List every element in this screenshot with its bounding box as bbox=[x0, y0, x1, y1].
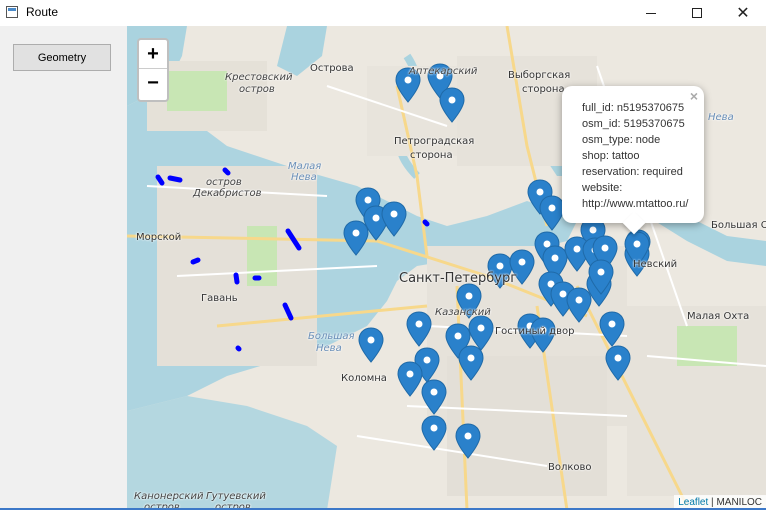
map-label: Морской bbox=[136, 232, 182, 243]
popup-close-button[interactable]: × bbox=[690, 88, 698, 104]
map-label: сторона bbox=[522, 84, 565, 95]
zoom-out-button[interactable]: − bbox=[139, 69, 167, 98]
map-label: Нева bbox=[316, 343, 342, 354]
map-label: Волково bbox=[548, 462, 592, 473]
map-label: сторона bbox=[410, 150, 453, 161]
popup-line-reservation: reservation: required bbox=[582, 166, 683, 178]
maximize-icon bbox=[692, 8, 702, 18]
map-label: Санкт-Петербург bbox=[399, 271, 518, 286]
title-bar: Route ✕ bbox=[0, 0, 766, 26]
map-label: Гавань bbox=[201, 293, 238, 304]
map-label: остров bbox=[239, 84, 275, 95]
window-title: Route bbox=[26, 5, 59, 19]
map-label: Канонерский bbox=[134, 491, 204, 502]
map-label: Петроградская bbox=[394, 136, 475, 147]
app-window: Route ✕ Geometry Острова Крестовский ост… bbox=[0, 0, 766, 510]
popup-line-full-id: full_id: n5195370675 bbox=[582, 102, 685, 114]
map-label: остров bbox=[206, 177, 242, 188]
popup-line-website-url: http://www.mtattoo.ru/ bbox=[582, 198, 689, 210]
map-label: Выборгская bbox=[508, 70, 571, 81]
map-label: Нева bbox=[291, 172, 317, 183]
map-label: Коломна bbox=[341, 373, 387, 384]
minimize-button[interactable] bbox=[628, 0, 674, 26]
close-icon: ✕ bbox=[736, 3, 750, 22]
map-label: Декабристов bbox=[193, 188, 262, 199]
geometry-button[interactable]: Geometry bbox=[13, 44, 111, 71]
close-button[interactable]: ✕ bbox=[720, 0, 766, 26]
popup-line-osm-type: osm_type: node bbox=[582, 134, 661, 146]
popup-line-shop: shop: tattoo bbox=[582, 150, 640, 162]
attribution-provider: MANILOC bbox=[716, 497, 762, 508]
map-label: Крестовский bbox=[225, 72, 293, 83]
map-view[interactable]: Острова Крестовский остров Аптекарский В… bbox=[127, 26, 766, 510]
map-label: Казанский bbox=[435, 307, 491, 318]
minimize-icon bbox=[646, 12, 656, 14]
map-label: Гостиный двор bbox=[495, 326, 575, 337]
sidebar: Geometry bbox=[0, 26, 127, 510]
map-label: Малая bbox=[288, 161, 322, 172]
popup-line-osm-id: osm_id: 5195370675 bbox=[582, 118, 685, 130]
zoom-in-button[interactable]: + bbox=[139, 40, 167, 69]
maximize-button[interactable] bbox=[674, 0, 720, 26]
app-icon bbox=[6, 6, 18, 18]
zoom-control: + − bbox=[137, 38, 169, 102]
map-label: Малая Охта bbox=[687, 311, 750, 322]
map-label: Аптекарский bbox=[409, 66, 478, 77]
map-label: Большая bbox=[308, 331, 355, 342]
popup-line-website-label: website: bbox=[582, 182, 623, 194]
map-label: Нева bbox=[708, 112, 734, 123]
map-label: Невский bbox=[633, 259, 678, 270]
marker-popup: × full_id: n5195370675 osm_id: 519537067… bbox=[562, 86, 704, 235]
map-label: Гутуевский bbox=[206, 491, 266, 502]
leaflet-link[interactable]: Leaflet bbox=[678, 497, 708, 508]
map-label: Большая О bbox=[711, 220, 766, 231]
map-label: Острова bbox=[310, 63, 354, 74]
